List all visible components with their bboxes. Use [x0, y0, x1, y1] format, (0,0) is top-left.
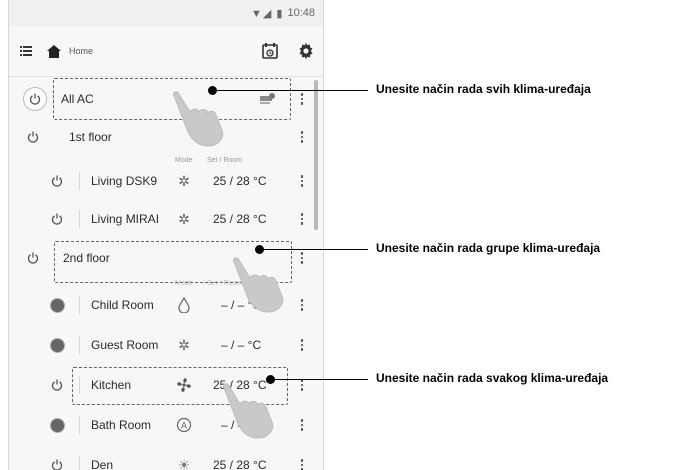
- home-icon[interactable]: [43, 40, 65, 62]
- list-item-2nd-floor[interactable]: 2nd floor: [9, 240, 311, 276]
- power-icon[interactable]: [25, 250, 41, 266]
- phone-screen: ▼◢ ▮ 10:48 Home All AC 1st floor Mode Se…: [8, 0, 324, 470]
- row-divider: [79, 376, 80, 394]
- fan-mode-icon: [175, 376, 193, 394]
- list-item-living-mirai[interactable]: Living MIRAI ✲ 25 / 28 °C: [9, 201, 311, 237]
- more-options-icon[interactable]: [295, 375, 309, 395]
- row-divider: [79, 456, 80, 470]
- power-icon[interactable]: [23, 87, 47, 111]
- set-room-temp: 25 / 28 °C: [213, 378, 267, 392]
- row-name: Kitchen: [91, 378, 132, 392]
- row-divider: [79, 416, 80, 434]
- status-bar: ▼◢ ▮ 10:48: [9, 0, 323, 26]
- row-divider: [79, 296, 80, 314]
- more-options-icon[interactable]: [295, 209, 309, 229]
- set-room-temp: – / – °C: [221, 338, 262, 352]
- row-name: Living MIRAI: [91, 212, 160, 226]
- power-icon[interactable]: [25, 129, 41, 145]
- list-item-bath-room[interactable]: Bath Room A – / – °C: [9, 407, 311, 443]
- row-divider: [79, 172, 80, 190]
- more-options-icon[interactable]: [295, 89, 309, 109]
- dry-mode-icon: [175, 296, 193, 314]
- callout-each: Unesite način rada svakog klima-uređaja: [376, 371, 609, 385]
- row-name: 2nd floor: [63, 251, 110, 265]
- set-room-temp: – / – °C: [221, 298, 262, 312]
- power-icon[interactable]: [49, 377, 65, 393]
- callout-all-ac: Unesite način rada svih klima-uređaja: [376, 82, 591, 96]
- row-name: Den: [91, 458, 114, 470]
- more-options-icon[interactable]: [295, 127, 309, 147]
- cool-mode-icon: ☀: [177, 456, 191, 470]
- column-header-set-room: Set / Room: [207, 280, 243, 287]
- more-options-icon[interactable]: [295, 335, 309, 355]
- auto-mode-icon: A: [175, 416, 193, 434]
- row-name: All AC: [61, 92, 94, 106]
- heat-mode-icon: ✲: [178, 172, 190, 189]
- row-name: Living DSK9: [91, 174, 158, 188]
- set-room-temp: 25 / 28 °C: [213, 174, 267, 188]
- list-item-den[interactable]: Den ☀ 25 / 28 °C: [9, 447, 311, 470]
- list-item-1st-floor[interactable]: 1st floor: [9, 119, 311, 155]
- row-divider: [79, 210, 80, 228]
- settings-gear-icon[interactable]: [295, 40, 317, 62]
- callout-group: Unesite način rada grupe klima-uređaja: [376, 241, 601, 255]
- power-off-icon[interactable]: [49, 297, 65, 313]
- more-options-icon[interactable]: [295, 295, 309, 315]
- more-options-icon[interactable]: [295, 248, 309, 268]
- callout-line: [216, 90, 368, 91]
- power-icon[interactable]: [49, 457, 65, 470]
- list-item-child-room[interactable]: Child Room – / – °C: [9, 287, 311, 323]
- more-options-icon[interactable]: [295, 455, 309, 470]
- power-icon[interactable]: [49, 211, 65, 227]
- power-icon[interactable]: [49, 173, 65, 189]
- menu-icon[interactable]: [15, 40, 37, 62]
- more-options-icon[interactable]: [295, 171, 309, 191]
- row-name: Guest Room: [91, 338, 159, 352]
- list-item-kitchen[interactable]: Kitchen 25 / 28 °C: [9, 367, 311, 403]
- column-header-mode: Mode: [175, 280, 193, 287]
- callout-line: [263, 249, 368, 250]
- list-item-guest-room[interactable]: Guest Room ✲ – / – °C: [9, 327, 311, 363]
- power-off-icon[interactable]: [49, 337, 65, 353]
- set-room-temp: 25 / 28 °C: [213, 458, 267, 470]
- timer-schedule-icon[interactable]: [259, 40, 281, 62]
- list-item-all-ac[interactable]: All AC: [9, 81, 311, 117]
- svg-text:A: A: [181, 421, 187, 431]
- list-scrollbar[interactable]: [314, 80, 318, 230]
- status-icons: ▼◢ ▮: [251, 7, 284, 20]
- heat-mode-icon: ✲: [178, 210, 190, 227]
- more-options-icon[interactable]: [295, 415, 309, 435]
- row-divider: [79, 336, 80, 354]
- set-room-temp: – / – °C: [221, 418, 262, 432]
- page-title: Home: [69, 46, 94, 56]
- app-toolbar: Home: [9, 26, 323, 77]
- row-name: Child Room: [91, 298, 154, 312]
- set-room-temp: 25 / 28 °C: [213, 212, 267, 226]
- list-item-living-dsk9[interactable]: Living DSK9 ✲ 25 / 28 °C: [9, 163, 311, 199]
- schedule-icon: [259, 90, 277, 108]
- callout-line: [274, 379, 368, 380]
- status-time: 10:48: [287, 7, 315, 19]
- row-divider: [53, 90, 54, 108]
- heat-mode-icon: ✲: [178, 336, 190, 353]
- power-off-icon[interactable]: [49, 417, 65, 433]
- row-name: Bath Room: [91, 418, 152, 432]
- row-name: 1st floor: [69, 130, 112, 144]
